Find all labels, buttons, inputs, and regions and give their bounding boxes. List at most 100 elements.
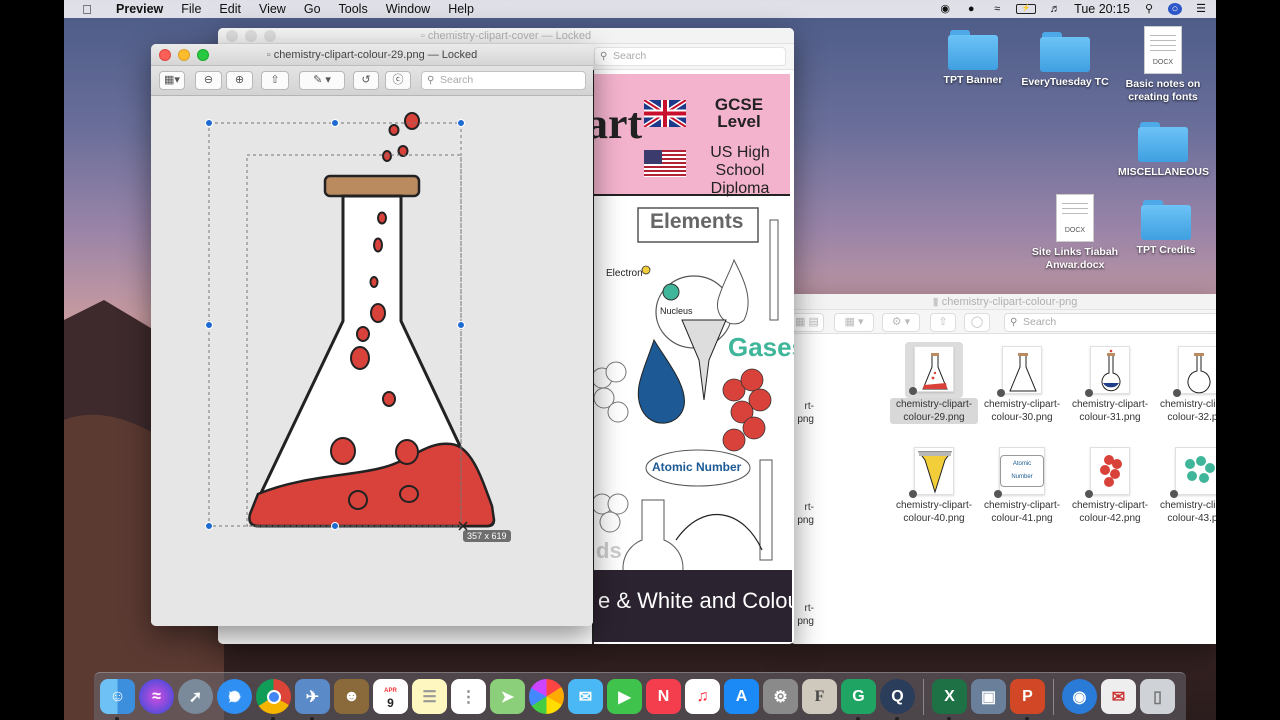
volume-icon[interactable]: ♬ (1048, 3, 1062, 15)
calendar-dock-icon[interactable]: APR 9 (373, 679, 408, 714)
finder-file-item[interactable]: chemistry-clipart-colour-43.png (1154, 447, 1216, 525)
finder-file-item[interactable]: chemistry-clipart-colour-40.png (890, 447, 978, 525)
finder-titlebar[interactable]: ▮ chemistry-clipart-colour-png (790, 294, 1216, 310)
finder-file-item[interactable]: chemistry-clipart-colour-29.png (890, 342, 978, 424)
desktop-folder-tpt-credits[interactable]: TPT Credits (1121, 200, 1211, 257)
sidebar-toggle-icon[interactable]: ▦▾ (159, 71, 185, 90)
menu-file[interactable]: File (181, 2, 201, 16)
file-thumbnail (1170, 447, 1216, 498)
us-flag-icon (644, 150, 686, 177)
cover-header-panel: art GCSE Level US High School Diploma (586, 74, 790, 197)
photos-dock-icon[interactable] (529, 679, 564, 714)
sheets-dock-icon[interactable]: G (841, 679, 876, 720)
finder-file-item[interactable]: Atomic Number chemistry-clipart-colour-4… (978, 447, 1066, 525)
desktop-icon-label: EveryTuesday TC (1021, 76, 1109, 88)
tag-icon[interactable]: ◯ (964, 313, 990, 332)
trash-dock-icon[interactable]: ▯ (1140, 679, 1175, 714)
facetime-dock-icon[interactable]: ▶ (607, 679, 642, 714)
record-icon[interactable]: ◉ (938, 3, 952, 15)
preview-dock-icon[interactable]: ✈ (295, 679, 330, 720)
menu-help[interactable]: Help (448, 2, 474, 16)
finder-toolbar: ▦ ▤ ▦ ▾ ⚙ ▾ ⇧ ◯ ⚲ Search (790, 310, 1216, 334)
quicktime-dock-icon[interactable]: Q (880, 679, 915, 720)
desktop-folder-everytuesday[interactable]: EveryTuesday TC (1020, 32, 1110, 89)
creative-cloud-icon[interactable]: ● (964, 3, 978, 15)
finder-file-item[interactable]: chemistry-clipart-colour-30.png (978, 346, 1066, 424)
share-icon[interactable]: ⇧ (930, 313, 956, 332)
finder-file-item[interactable]: chemistry-clipart-colour-42.png (1066, 447, 1154, 525)
preview-window: ▫ chemistry-clipart-colour-29.png — Lock… (151, 44, 593, 626)
notes-dock-icon[interactable]: ☰ (412, 679, 447, 714)
notification-center-icon[interactable]: ☰ (1194, 3, 1208, 15)
chrome-dock-icon[interactable] (256, 679, 291, 720)
contacts-dock-icon[interactable]: ☻ (334, 679, 369, 714)
image-capture-dock-icon[interactable]: ▣ (971, 679, 1006, 714)
wifi-icon[interactable]: ≈ (990, 3, 1004, 15)
zoom-button[interactable] (197, 49, 209, 61)
user-avatar-icon[interactable]: ○ (1168, 3, 1182, 15)
network-globe-dock-icon[interactable]: ◉ (1062, 679, 1097, 714)
atomic-number-label: Atomic Number (652, 460, 742, 474)
cover-titlebar[interactable]: ▫ chemistry-clipart-cover — Locked (218, 28, 794, 44)
spotlight-search-icon[interactable]: ⚲ (1142, 3, 1156, 15)
preview-search-input[interactable]: ⚲ Search (421, 71, 586, 90)
powerpoint-dock-icon[interactable]: P (1010, 679, 1045, 720)
zoom-out-icon[interactable]: ⊖ (195, 71, 222, 90)
launchpad-dock-icon[interactable]: ➚ (178, 679, 213, 714)
markup-pen-icon[interactable]: ✎ ▾ (299, 71, 345, 90)
system-preferences-dock-icon[interactable]: ⚙ (763, 679, 798, 714)
excel-dock-icon[interactable]: X (932, 679, 967, 720)
file-thumbnail: Atomic Number (994, 447, 1045, 498)
desktop-doc-site-links[interactable]: DOCX Site Links Tiabah Anwar.docx (1030, 194, 1120, 272)
preview-toolbar: ▦▾ ⊖ ⊕ ⇧ ✎ ▾ ↺ ⓒ ⚲ Search (151, 66, 593, 96)
document-icon: ▫ (266, 49, 271, 61)
share-icon[interactable]: ⇧ (261, 71, 289, 90)
finder-file-item[interactable]: chemistry-clipart-colour-32.png (1154, 346, 1216, 424)
mail-stamp-dock-icon[interactable]: ✉ (1101, 679, 1136, 714)
minimize-button[interactable] (178, 49, 190, 61)
close-button[interactable] (159, 49, 171, 61)
left-letterbox (0, 0, 64, 720)
messages-dock-icon[interactable]: ✉ (568, 679, 603, 714)
desktop-doc-basic-notes[interactable]: DOCX Basic notes on creating fonts (1118, 26, 1208, 104)
finder-dock-icon[interactable]: ☺ (100, 679, 135, 720)
menu-window[interactable]: Window (386, 2, 430, 16)
reminders-dock-icon[interactable]: ⋮ (451, 679, 486, 714)
menu-view[interactable]: View (259, 2, 286, 16)
menubar-clock[interactable]: Tue 20:15 (1074, 2, 1130, 16)
battery-icon[interactable]: ⚡ (1016, 4, 1037, 14)
news-dock-icon[interactable]: N (646, 679, 681, 714)
view-mode-icon[interactable]: ▦ ▤ (790, 313, 824, 332)
desktop-icon-label: Basic notes on creating fonts (1125, 78, 1201, 103)
safari-dock-icon[interactable]: ➤ (217, 679, 252, 714)
menu-bar:  Preview File Edit View Go Tools Window… (64, 0, 1216, 18)
markup-toolbar-icon[interactable]: ⓒ (385, 71, 411, 90)
desktop-folder-miscellaneous[interactable]: MISCELLANEOUS (1118, 122, 1209, 179)
app-store-dock-icon[interactable]: A (724, 679, 759, 714)
cover-search-input[interactable]: ⚲ Search (594, 47, 786, 66)
finder-search-input[interactable]: ⚲ Search (1004, 313, 1216, 332)
preview-titlebar[interactable]: ▫ chemistry-clipart-colour-29.png — Lock… (151, 44, 593, 66)
font-book-dock-icon[interactable]: F (802, 679, 837, 714)
rotate-icon[interactable]: ↺ (353, 71, 379, 90)
maps-dock-icon[interactable]: ➤ (490, 679, 525, 714)
folder-icon (1141, 200, 1191, 240)
file-thumbnail (1085, 447, 1130, 498)
apple-menu-icon[interactable]:  (78, 2, 96, 17)
menu-tools[interactable]: Tools (339, 2, 368, 16)
menu-edit[interactable]: Edit (219, 2, 241, 16)
zoom-in-icon[interactable]: ⊕ (226, 71, 253, 90)
group-icon[interactable]: ▦ ▾ (834, 313, 874, 332)
action-gear-icon[interactable]: ⚙ ▾ (882, 313, 920, 332)
cover-title-fragment: art (586, 99, 643, 148)
menu-go[interactable]: Go (304, 2, 321, 16)
siri-dock-icon[interactable]: ≈ (139, 679, 174, 714)
cover-title: chemistry-clipart-cover — Locked (427, 30, 592, 42)
selection-size-tooltip: 357 x 619 (463, 530, 511, 542)
cover-bottom-banner: e & White and Colour. (594, 570, 792, 642)
finder-file-item[interactable]: chemistry-clipart-colour-31.png (1066, 346, 1154, 424)
desktop-folder-tpt-banner[interactable]: TPT Banner (928, 30, 1018, 87)
image-canvas[interactable]: 357 x 619 (151, 96, 593, 626)
menu-app-name[interactable]: Preview (116, 2, 163, 16)
music-dock-icon[interactable]: ♫ (685, 679, 720, 714)
